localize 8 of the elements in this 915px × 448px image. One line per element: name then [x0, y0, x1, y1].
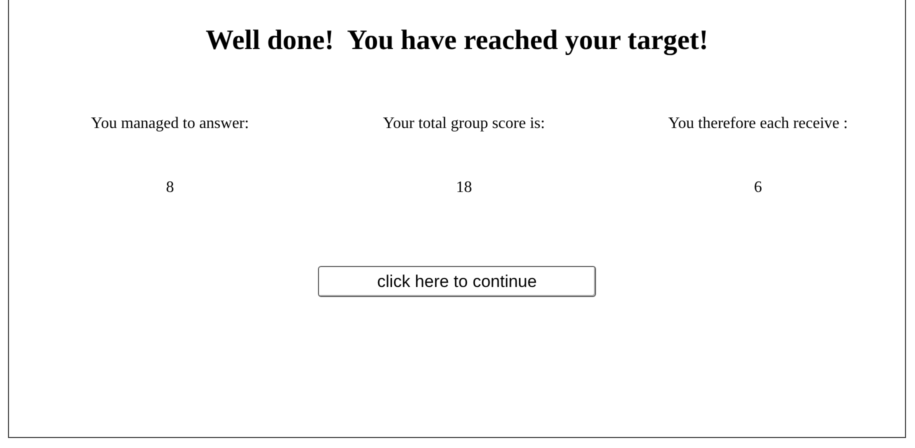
result-label: Your total group score is:	[383, 114, 545, 134]
result-value: 8	[166, 178, 174, 198]
continue-button[interactable]: click here to continue	[318, 266, 596, 297]
page-title: Well done! You have reached your target!	[206, 24, 708, 58]
result-value: 6	[754, 178, 762, 198]
result-value: 18	[456, 178, 472, 198]
result-label: You therefore each receive :	[668, 114, 848, 134]
result-label: You managed to answer:	[91, 114, 249, 134]
